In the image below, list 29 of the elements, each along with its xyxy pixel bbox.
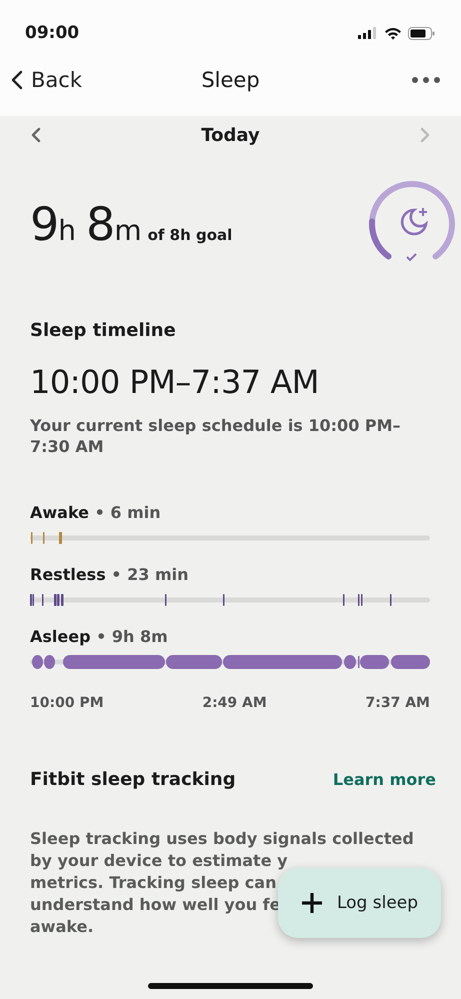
learn-more-link[interactable]: Learn more [332, 770, 436, 789]
wifi-icon [384, 26, 402, 40]
previous-day-icon[interactable] [30, 127, 42, 143]
sleep-range: 10:00 PM–7:37 AM [30, 363, 320, 401]
plus-icon [300, 892, 323, 914]
log-sleep-button[interactable]: Log sleep [278, 868, 441, 938]
stage-label: Restless • 23 min [30, 565, 190, 584]
schedule-text: Your current sleep schedule is 10:00 PM–7:30 AM [30, 415, 402, 457]
page-title: Sleep [201, 68, 260, 92]
axis-label: 10:00 PM [30, 695, 104, 711]
description-line: metrics. Tracking sleep can [30, 872, 276, 894]
stage-label: Awake • 6 min [30, 503, 162, 522]
back-button[interactable]: Back [11, 68, 82, 92]
section-title: Sleep timeline [30, 320, 177, 341]
chevron-left-icon [11, 70, 23, 90]
description-line: Sleep tracking uses body signals collected [30, 828, 414, 850]
battery-icon [408, 26, 435, 40]
signal-icon [358, 27, 378, 39]
description-line: awake. [30, 916, 94, 938]
axis-label: 7:37 AM [366, 695, 430, 711]
date-label: Today [201, 124, 260, 146]
check-icon [406, 253, 417, 262]
stage-label: Asleep • 9h 8m [30, 627, 169, 646]
sleep-duration: 9h 8m of 8h goal [30, 201, 232, 247]
status-time: 09:00 [25, 23, 80, 43]
section-title: Fitbit sleep tracking [30, 769, 236, 790]
more-icon[interactable] [411, 76, 441, 84]
axis-label: 2:49 AM [202, 695, 267, 711]
moon-icon [400, 207, 428, 236]
